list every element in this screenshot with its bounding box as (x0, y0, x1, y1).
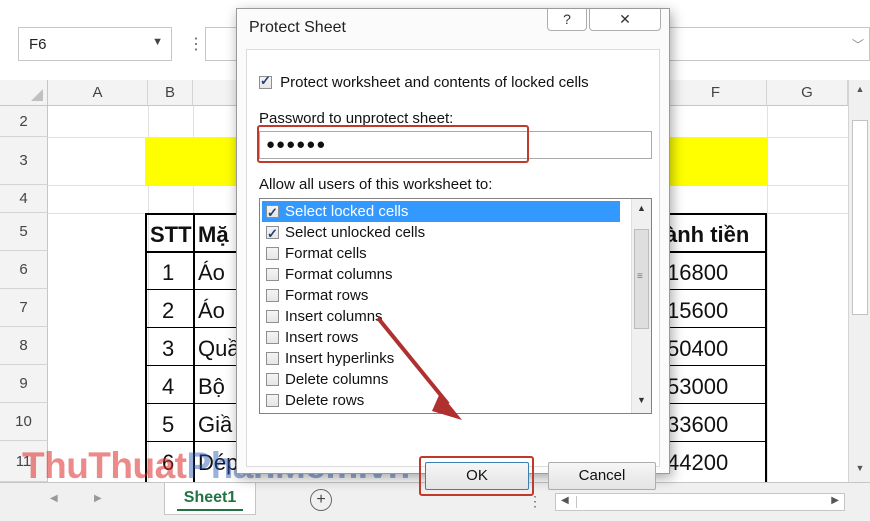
annotation-arrow-icon (376, 316, 462, 420)
